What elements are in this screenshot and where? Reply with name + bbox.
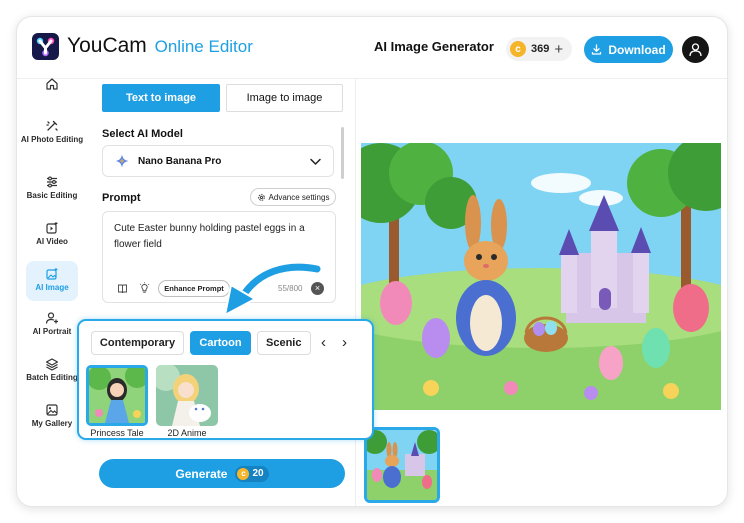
gear-icon [257, 193, 265, 201]
sparkle-icon [115, 154, 129, 168]
sidebar-item-ai-image[interactable]: AI Image [17, 267, 87, 293]
sidebar-item-label: AI Photo Editing [20, 135, 84, 144]
generated-image-preview[interactable] [361, 143, 721, 410]
result-thumbnail[interactable] [364, 427, 440, 503]
generate-cost: c 20 [235, 465, 269, 482]
brand-name[interactable]: YouCam Online Editor [67, 33, 253, 60]
style-category-contemporary[interactable]: Contemporary [91, 331, 184, 355]
youcam-logo-icon[interactable] [32, 33, 59, 60]
easter-bunny-illustration [361, 143, 721, 410]
sidebar-item-label: Basic Editing [26, 191, 78, 200]
brand-suffix-text: Online Editor [154, 37, 253, 56]
ai-model-name: Nano Banana Pro [138, 155, 222, 167]
style-option-label: 2D Anime [167, 428, 207, 438]
2d-anime-thumbnail [156, 365, 218, 426]
page-title: AI Image Generator [374, 39, 494, 54]
home-icon [46, 78, 58, 90]
image-plus-icon [46, 268, 58, 280]
sidebar-item-ai-photo-editing[interactable]: AI Photo Editing [17, 119, 87, 145]
style-picker-popup: Contemporary Cartoon Scenic ‹ › Princess… [77, 319, 374, 440]
lightbulb-icon[interactable] [139, 282, 150, 294]
style-category-cartoon[interactable]: Cartoon [190, 331, 251, 355]
style-option-label: Princess Tale [90, 428, 144, 438]
download-label: Download [608, 42, 666, 57]
chevron-down-icon [310, 158, 321, 165]
sidebar-item-ai-video[interactable]: AI Video [17, 221, 87, 247]
prompt-text[interactable]: Cute Easter bunny holding pastel eggs in… [114, 221, 326, 253]
coin-balance-value: 369 [531, 43, 550, 55]
result-thumbnail-image [367, 430, 437, 500]
download-icon [592, 44, 602, 55]
sidebar-item-home[interactable] [17, 77, 87, 91]
user-plus-icon [45, 312, 58, 324]
callout-arrow-icon [224, 261, 323, 316]
advance-settings-button[interactable]: Advance settings [250, 188, 336, 206]
princess-tale-thumbnail [89, 368, 145, 423]
user-avatar-icon[interactable] [682, 36, 709, 63]
tab-text-to-image[interactable]: Text to image [102, 84, 220, 112]
style-option-2d-anime[interactable] [156, 365, 218, 426]
app-window: YouCam Online Editor AI Image Generator … [16, 16, 728, 507]
panel-divider [355, 79, 356, 506]
sidebar-item-label: AI Image [35, 283, 69, 292]
model-section-label: Select AI Model [102, 128, 183, 140]
tab-image-to-image[interactable]: Image to image [226, 84, 343, 112]
generate-cost-value: 20 [252, 468, 264, 479]
layers-icon [45, 358, 59, 371]
book-icon[interactable] [117, 283, 128, 294]
magic-wand-icon [46, 120, 58, 131]
gallery-icon [46, 404, 58, 416]
sidebar-item-label: AI Video [36, 237, 68, 246]
coin-icon: c [237, 467, 250, 480]
chevron-right-icon[interactable]: › [342, 335, 347, 350]
generate-button[interactable]: Generate c 20 [99, 459, 345, 488]
coin-icon: c [510, 41, 526, 57]
chevron-left-icon[interactable]: ‹ [321, 335, 326, 350]
generate-label: Generate [175, 466, 228, 481]
add-coins-icon[interactable]: + [554, 42, 563, 57]
brand-main-text: YouCam [67, 34, 147, 57]
sliders-icon [47, 176, 57, 188]
video-plus-icon [46, 222, 58, 234]
style-option-princess-tale[interactable] [86, 365, 148, 426]
top-header: YouCam Online Editor AI Image Generator … [17, 17, 727, 79]
coin-balance[interactable]: c 369 + [506, 37, 572, 61]
sidebar-item-basic-editing[interactable]: Basic Editing [17, 175, 87, 201]
ai-model-select[interactable]: Nano Banana Pro [102, 145, 334, 177]
download-button[interactable]: Download [584, 36, 673, 63]
panel-scrollbar[interactable] [341, 127, 344, 179]
advance-settings-label: Advance settings [268, 192, 330, 202]
prompt-section-label: Prompt [102, 192, 141, 204]
style-category-scenic[interactable]: Scenic [257, 331, 311, 355]
